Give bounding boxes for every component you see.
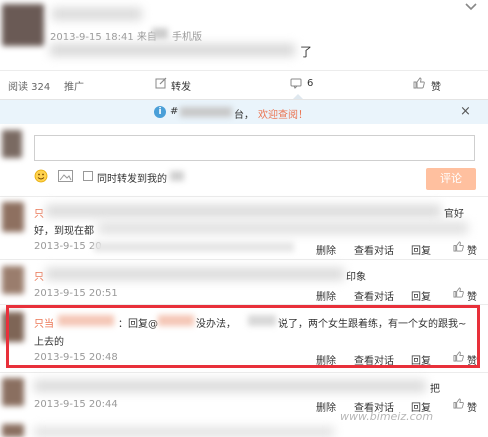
comment-time: 2013-9-15 20:51 xyxy=(34,288,118,299)
comment-avatar[interactable] xyxy=(2,266,24,294)
comment-text: 官好 xyxy=(444,209,464,220)
forward-button[interactable]: 转发 xyxy=(171,78,191,93)
my-avatar xyxy=(2,130,22,158)
notice-prefix: # xyxy=(170,106,179,117)
comment-text-blur xyxy=(34,427,334,437)
comment-like[interactable]: 赞 xyxy=(467,399,477,414)
source-blur xyxy=(152,28,168,39)
comment-text: 印象 xyxy=(346,272,366,283)
repost-checkbox-label: 同时转发到我的 xyxy=(97,174,167,185)
edit-forward-icon xyxy=(155,77,167,89)
comment-icon xyxy=(290,78,302,89)
thumb-up-icon[interactable] xyxy=(453,287,464,301)
post-source[interactable]: 手机版 xyxy=(172,28,202,43)
image-icon[interactable] xyxy=(58,170,73,182)
post-timestamp: 2013-9-15 18:41 来自 xyxy=(50,32,157,43)
like-button[interactable]: 赞 xyxy=(431,78,441,93)
view-conversation-link[interactable]: 查看对话 xyxy=(354,288,394,303)
notice-blur xyxy=(180,107,232,117)
comment-submit-button[interactable]: 评论 xyxy=(426,168,476,190)
comment-count[interactable]: 6 xyxy=(307,78,313,89)
comment-time-blur xyxy=(94,242,294,252)
thumb-up-icon[interactable] xyxy=(453,241,464,255)
comment-input[interactable] xyxy=(34,135,475,161)
info-icon: i xyxy=(154,106,166,118)
highlight-frame xyxy=(6,305,480,368)
delete-link[interactable]: 删除 xyxy=(316,288,336,303)
comment-text-line2: 好，到现在都 xyxy=(34,226,94,237)
delete-link[interactable]: 删除 xyxy=(316,399,336,414)
comment-author[interactable]: 只 xyxy=(34,205,44,220)
view-conversation-link[interactable]: 查看对话 xyxy=(354,242,394,257)
chevron-down-icon[interactable] xyxy=(464,2,478,12)
comment-text-blur xyxy=(34,380,426,392)
repost-label-blur xyxy=(170,171,184,181)
emoji-icon[interactable] xyxy=(34,169,48,183)
delete-link[interactable]: 删除 xyxy=(316,242,336,257)
comment-avatar xyxy=(2,424,24,437)
notice-link[interactable]: 欢迎查阅！ xyxy=(258,106,308,121)
thumb-up-icon xyxy=(413,77,425,89)
comment-time: 2013-9-15 20 xyxy=(34,241,102,252)
repost-checkbox[interactable] xyxy=(83,171,93,181)
reads-count: 阅读 324 xyxy=(8,82,51,93)
author-avatar[interactable] xyxy=(2,4,44,46)
thumb-up-icon[interactable] xyxy=(453,398,464,412)
post-text-blur xyxy=(50,44,295,56)
comment-text2-blur xyxy=(98,222,468,234)
comment-text-blur xyxy=(46,205,441,217)
comment-like[interactable]: 赞 xyxy=(467,288,477,303)
reply-link[interactable]: 回复 xyxy=(411,288,431,303)
post-text-tail: 了 xyxy=(300,45,313,59)
comment-time: 2013-9-15 20:44 xyxy=(34,399,118,410)
watermark: www.bimeiz.com xyxy=(340,410,434,423)
close-icon[interactable]: × xyxy=(460,104,471,119)
notice-mid: 台， xyxy=(234,110,254,121)
reply-link[interactable]: 回复 xyxy=(411,242,431,257)
comment-avatar[interactable] xyxy=(2,202,24,232)
author-name[interactable] xyxy=(52,8,142,20)
comment-text: 把 xyxy=(430,384,440,395)
comment-text-blur xyxy=(46,268,344,280)
promote-link[interactable]: 推广 xyxy=(64,78,84,93)
comment-avatar[interactable] xyxy=(2,378,24,406)
comment-like[interactable]: 赞 xyxy=(467,242,477,257)
comment-author[interactable]: 只 xyxy=(34,268,44,283)
